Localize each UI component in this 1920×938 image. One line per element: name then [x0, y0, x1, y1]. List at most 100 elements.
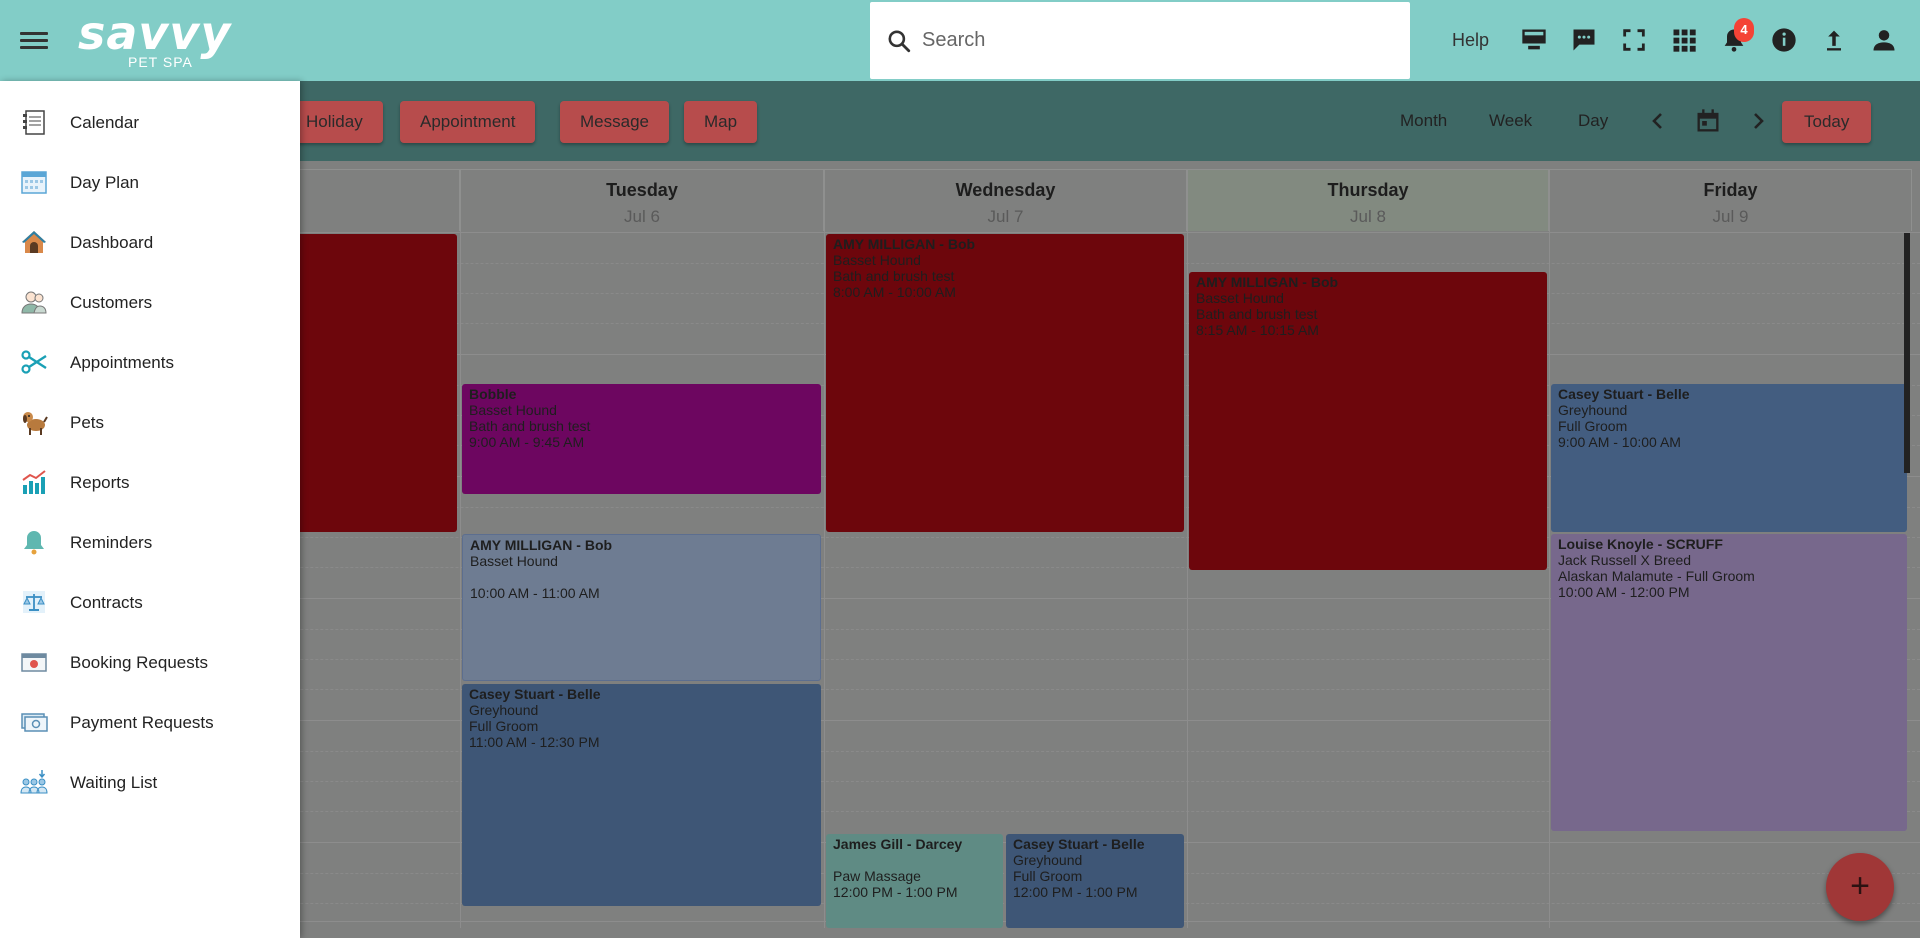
appointment-card[interactable]: Louise Knoyle - SCRUFF Jack Russell X Br… — [1551, 534, 1907, 831]
column-divider — [1549, 231, 1550, 928]
appointment-title: AMY MILLIGAN - Bob — [1196, 274, 1339, 290]
appointment-title: Casey Stuart - Belle — [1558, 386, 1690, 402]
sidebar-item-reports[interactable]: Reports — [0, 458, 300, 506]
appointment-breed: Basset Hound — [470, 553, 558, 569]
day-header-wednesday: Wednesday Jul 7 — [824, 169, 1187, 231]
bar-chart-icon — [22, 470, 46, 494]
today-button[interactable]: Today — [1782, 101, 1872, 143]
display-icon[interactable] — [1520, 26, 1548, 54]
sidebar-item-reminders[interactable]: Reminders — [0, 518, 300, 566]
waiting-list-icon — [20, 770, 48, 794]
appointment-time: 10:00 AM - 11:00 AM — [470, 585, 600, 601]
column-divider — [1187, 231, 1188, 928]
scissors-icon — [21, 350, 47, 374]
dog-house-icon — [22, 231, 46, 253]
sidebar-item-waiting-list[interactable]: Waiting List — [0, 758, 300, 806]
appointment-card[interactable]: AMY MILLIGAN - Bob Basset Hound Bath and… — [826, 234, 1184, 532]
week-view-button[interactable]: Week — [1489, 111, 1532, 131]
booking-icon — [21, 653, 47, 672]
appointment-breed: Basset Hound — [469, 402, 557, 418]
appointment-title: Louise Knoyle - SCRUFF — [1558, 536, 1723, 552]
appointment-time: 12:00 PM - 1:00 PM — [1013, 884, 1138, 900]
appointment-service — [470, 569, 813, 585]
sidebar-item-label: Pets — [70, 413, 105, 432]
chat-icon[interactable] — [1570, 26, 1598, 54]
menu-icon[interactable] — [20, 28, 48, 52]
appointment-service: Full Groom — [1013, 868, 1083, 884]
add-appointment-fab[interactable]: + — [1826, 853, 1894, 921]
info-icon[interactable] — [1770, 26, 1798, 54]
day-name: Friday — [1703, 180, 1758, 200]
month-view-button[interactable]: Month — [1400, 111, 1447, 131]
sidebar-item-booking-requests[interactable]: Booking Requests — [0, 638, 300, 686]
appointment-time: 9:00 AM - 9:45 AM — [469, 434, 585, 450]
appointment-card[interactable]: Casey Stuart - Belle Greyhound Full Groo… — [1551, 384, 1907, 532]
appointment-time: 11:00 AM - 12:30 PM — [469, 734, 600, 750]
bell-icon — [24, 531, 44, 555]
sidebar-item-label: Waiting List — [70, 773, 158, 792]
sidebar-item-label: Customers — [70, 293, 153, 312]
sidebar-item-label: Day Plan — [70, 173, 139, 192]
calendar-scrollbar[interactable] — [1904, 233, 1910, 473]
day-view-button[interactable]: Day — [1578, 111, 1608, 131]
search-icon — [888, 30, 911, 53]
upload-icon[interactable] — [1820, 26, 1848, 54]
fullscreen-icon[interactable] — [1620, 26, 1648, 54]
day-date: Jul 9 — [1712, 207, 1749, 226]
sidebar-item-label: Reminders — [70, 533, 153, 552]
message-button[interactable]: Message — [560, 101, 669, 143]
appointment-service: Bath and brush test — [1196, 306, 1318, 322]
sidebar-item-appointments[interactable]: Appointments — [0, 338, 300, 386]
map-button[interactable]: Map — [684, 101, 758, 143]
day-header-friday: Friday Jul 9 — [1549, 169, 1912, 231]
day-name: Wednesday — [955, 180, 1056, 200]
appointment-button[interactable]: Appointment — [400, 101, 536, 143]
payment-icon — [21, 713, 48, 732]
day-name: Tuesday — [606, 180, 678, 200]
search-bar[interactable] — [870, 2, 1410, 79]
column-divider — [460, 231, 461, 928]
day-date: Jul 8 — [1350, 207, 1386, 226]
appointment-title: AMY MILLIGAN - Bob — [833, 236, 976, 252]
chevron-right-icon[interactable] — [1746, 109, 1770, 133]
search-input[interactable] — [920, 20, 1390, 60]
appointment-card[interactable]: Casey Stuart - Belle Greyhound Full Groo… — [462, 684, 821, 906]
appointment-breed: Jack Russell X Breed — [1558, 552, 1692, 568]
appointment-card[interactable]: AMY MILLIGAN - Bob Basset Hound Bath and… — [1189, 272, 1547, 570]
day-header-thursday: Thursday Jul 8 — [1187, 169, 1549, 231]
sidebar-item-contracts[interactable]: Contracts — [0, 578, 300, 626]
sidebar-item-calendar[interactable]: Calendar — [0, 98, 300, 146]
appointment-title: Casey Stuart - Belle — [469, 686, 601, 702]
sidebar-item-dashboard[interactable]: Dashboard — [0, 218, 300, 266]
appointment-card[interactable]: James Gill - Darcey Paw Massage 12:00 PM… — [826, 834, 1003, 928]
appointment-time: 8:00 AM - 10:00 AM — [833, 284, 956, 300]
appointment-card[interactable]: Bobble Basset Hound Bath and brush test … — [462, 384, 821, 494]
appointment-card[interactable]: Casey Stuart - Belle Greyhound Full Groo… — [1006, 834, 1184, 928]
chevron-left-icon[interactable] — [1646, 109, 1670, 133]
sidebar-item-day-plan[interactable]: Day Plan — [0, 158, 300, 206]
logo-text: savvy — [78, 6, 232, 60]
column-divider — [824, 231, 825, 928]
customers-icon — [21, 291, 47, 314]
sidebar-item-label: Dashboard — [70, 233, 154, 252]
logo-subtext: PET SPA — [128, 54, 193, 70]
apps-grid-icon[interactable] — [1670, 26, 1698, 54]
day-date: Jul 6 — [624, 207, 660, 226]
help-link[interactable]: Help — [1452, 30, 1489, 51]
sidebar-item-customers[interactable]: Customers — [0, 278, 300, 326]
sidebar-item-label: Reports — [70, 473, 130, 492]
appointment-service: Full Groom — [469, 718, 539, 734]
appointment-card[interactable]: AMY MILLIGAN - Bob Basset Hound 10:00 AM… — [462, 534, 821, 681]
sidebar-item-label: Appointments — [70, 353, 174, 372]
appointment-title: AMY MILLIGAN - Bob — [470, 537, 613, 553]
day-header-tuesday: Tuesday Jul 6 — [460, 169, 824, 231]
sidebar-item-label: Contracts — [70, 593, 143, 612]
sidebar-item-pets[interactable]: Pets — [0, 398, 300, 446]
day-name: Thursday — [1327, 180, 1409, 200]
calendar-picker-icon[interactable] — [1694, 107, 1722, 135]
app-logo[interactable]: savvy PET SPA — [78, 6, 238, 70]
appointment-time: 8:15 AM - 10:15 AM — [1196, 322, 1319, 338]
holiday-button[interactable]: Holiday — [286, 101, 383, 143]
sidebar-item-payment-requests[interactable]: Payment Requests — [0, 698, 300, 746]
account-icon[interactable] — [1870, 26, 1898, 54]
